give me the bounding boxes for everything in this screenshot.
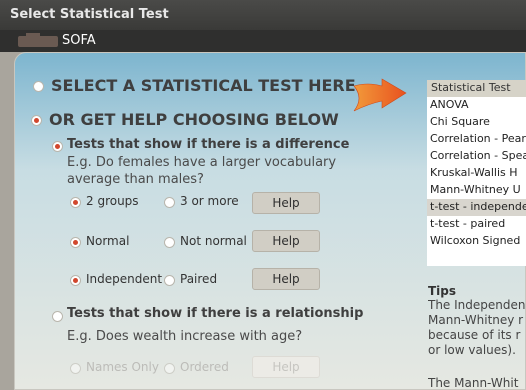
- list-item[interactable]: t-test - paired: [427, 216, 526, 233]
- groups-help-button[interactable]: Help: [252, 192, 320, 214]
- independent-radio[interactable]: [70, 275, 81, 286]
- data-type-help-button[interactable]: Help: [252, 356, 320, 378]
- tips-title: Tips: [428, 284, 457, 298]
- difference-desc-line1: E.g. Do females have a larger vocabulary: [67, 155, 337, 170]
- tests-list-header[interactable]: Statistical Test: [427, 80, 526, 97]
- three-or-more-radio[interactable]: [164, 197, 175, 208]
- list-item[interactable]: Chi Square: [427, 114, 526, 131]
- get-help-radio[interactable]: [31, 115, 42, 126]
- names-only-label: Names Only: [86, 360, 159, 374]
- ordered-radio[interactable]: [164, 363, 175, 374]
- relationship-desc: E.g. Does wealth increase with age?: [67, 329, 303, 344]
- list-item[interactable]: ANOVA: [427, 97, 526, 114]
- independent-label: Independent: [86, 272, 163, 286]
- paired-radio[interactable]: [164, 275, 175, 286]
- two-groups-label: 2 groups: [86, 194, 139, 208]
- list-item[interactable]: Correlation - Spea: [427, 148, 526, 165]
- normality-help-button[interactable]: Help: [252, 230, 320, 252]
- difference-title: Tests that show if there is a difference: [67, 137, 350, 152]
- not-normal-label: Not normal: [180, 234, 247, 248]
- select-test-radio[interactable]: [33, 81, 44, 92]
- relationship-radio[interactable]: [52, 311, 63, 322]
- three-or-more-label: 3 or more: [180, 194, 239, 208]
- window-titlebar: Select Statistical Test: [0, 0, 526, 30]
- sofa-logo-icon: [18, 33, 58, 47]
- difference-desc-line2: average than males?: [67, 172, 204, 187]
- normal-label: Normal: [86, 234, 130, 248]
- difference-radio[interactable]: [52, 141, 63, 152]
- normal-radio[interactable]: [70, 237, 81, 248]
- independence-help-button[interactable]: Help: [252, 268, 320, 290]
- not-normal-radio[interactable]: [164, 237, 175, 248]
- window-title: Select Statistical Test: [10, 7, 169, 22]
- get-help-label: OR GET HELP CHOOSING BELOW: [49, 110, 339, 129]
- select-test-label: SELECT A STATISTICAL TEST HERE: [51, 76, 356, 95]
- app-header: SOFA: [0, 30, 526, 52]
- paired-label: Paired: [180, 272, 218, 286]
- list-item[interactable]: Correlation - Pear: [427, 131, 526, 148]
- tests-listbox[interactable]: Statistical Test ANOVA Chi Square Correl…: [427, 80, 526, 266]
- app-name: SOFA: [62, 33, 96, 48]
- ordered-label: Ordered: [180, 360, 229, 374]
- names-only-radio[interactable]: [70, 363, 81, 374]
- arrow-right-icon: [353, 78, 407, 112]
- list-item-selected[interactable]: t-test - independe: [427, 199, 526, 216]
- list-item[interactable]: Kruskal-Wallis H: [427, 165, 526, 182]
- tips-text-more: The Mann-Whit: [428, 376, 519, 390]
- tips-text: The Independen Mann-Whitney r because of…: [428, 298, 526, 357]
- relationship-title: Tests that show if there is a relationsh…: [67, 306, 364, 321]
- list-item[interactable]: Wilcoxon Signed: [427, 233, 526, 250]
- list-item[interactable]: Mann-Whitney U: [427, 182, 526, 199]
- two-groups-radio[interactable]: [70, 197, 81, 208]
